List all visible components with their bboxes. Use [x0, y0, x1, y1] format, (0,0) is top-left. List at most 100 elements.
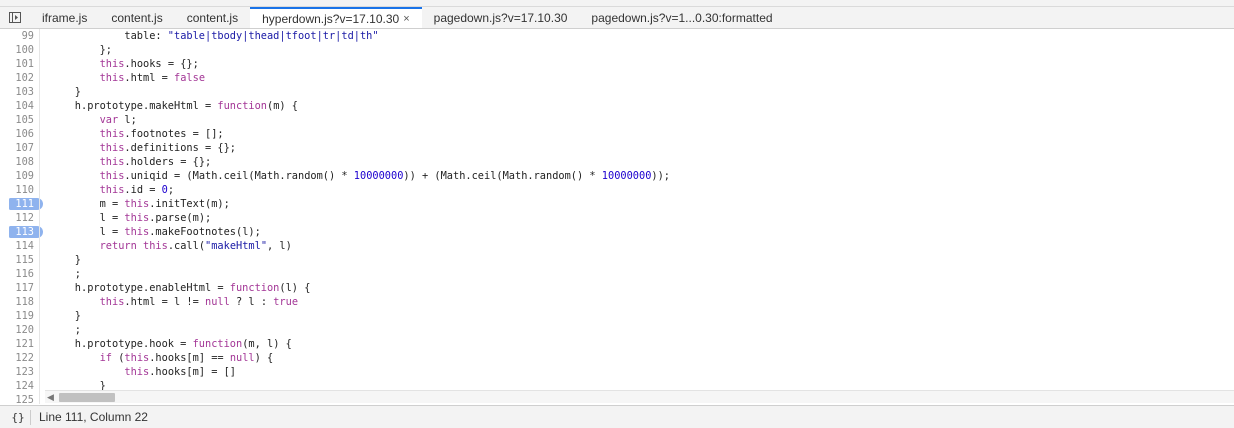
code-line[interactable]: 108 this.holders = {};	[0, 155, 1234, 169]
code-line[interactable]: 106 this.footnotes = [];	[0, 127, 1234, 141]
breakpoint-line-number[interactable]: 111	[0, 197, 43, 211]
code-line[interactable]: 122 if (this.hooks[m] == null) {	[0, 351, 1234, 365]
line-number[interactable]: 103	[0, 85, 40, 99]
code-line[interactable]: 111 m = this.initText(m);	[0, 197, 1234, 211]
code-line[interactable]: 118 this.html = l != null ? l : true	[0, 295, 1234, 309]
tab-label: iframe.js	[42, 10, 88, 25]
line-number[interactable]: 107	[0, 141, 40, 155]
scroll-thumb[interactable]	[59, 393, 115, 402]
code-line[interactable]: 113 l = this.makeFootnotes(l);	[0, 225, 1234, 239]
line-number[interactable]: 112	[0, 211, 40, 225]
line-number[interactable]: 101	[0, 57, 40, 71]
cursor-position: Line 111, Column 22	[39, 410, 148, 424]
code-line[interactable]: 105 var l;	[0, 113, 1234, 127]
code-text: l = this.makeFootnotes(l);	[50, 226, 261, 238]
line-number[interactable]: 99	[0, 29, 40, 43]
line-number[interactable]: 100	[0, 43, 40, 57]
code-line[interactable]: 104 h.prototype.makeHtml = function(m) {	[0, 99, 1234, 113]
line-number[interactable]: 125	[0, 393, 40, 404]
code-text: }	[50, 86, 81, 98]
line-number[interactable]: 102	[0, 71, 40, 85]
code-text: return this.call("makeHtml", l)	[99, 240, 292, 252]
editor-tab-bar: iframe.js content.js content.js hyperdown.j…	[0, 7, 1234, 29]
tab-1[interactable]: content.js	[99, 7, 174, 28]
line-number[interactable]: 122	[0, 351, 40, 365]
code-line[interactable]: 116 ;	[0, 267, 1234, 281]
line-number[interactable]: 114	[0, 239, 40, 253]
tab-2[interactable]: content.js	[175, 7, 250, 28]
tab-3[interactable]: hyperdown.js?v=17.10.30 ×	[250, 7, 422, 28]
status-divider	[30, 409, 31, 425]
code-text: ;	[50, 324, 81, 336]
scroll-left-arrow-icon[interactable]: ◀	[47, 391, 54, 403]
code-text: if (this.hooks[m] == null) {	[99, 352, 274, 364]
code-line[interactable]: 117 h.prototype.enableHtml = function(l)…	[0, 281, 1234, 295]
code-text: h.prototype.enableHtml = function(l) {	[50, 282, 311, 294]
code-line[interactable]: 99 table: "table|tbody|thead|tfoot|tr|td…	[0, 29, 1234, 43]
window-top-strip	[0, 0, 1234, 7]
tab-label: pagedown.js?v=17.10.30	[433, 10, 568, 25]
tab-label: content.js	[186, 10, 239, 25]
code-text: this.html = l != null ? l : true	[99, 296, 299, 308]
line-number[interactable]: 119	[0, 309, 40, 323]
code-line[interactable]: 107 this.definitions = {};	[0, 141, 1234, 155]
line-number[interactable]: 108	[0, 155, 40, 169]
code-text: h.prototype.hook = function(m, l) {	[50, 338, 292, 350]
code-editor[interactable]: 99 table: "table|tbody|thead|tfoot|tr|td…	[0, 29, 1234, 404]
code-text: this.footnotes = [];	[99, 128, 224, 140]
code-line[interactable]: 100 };	[0, 43, 1234, 57]
code-text: }	[50, 254, 81, 266]
line-number[interactable]: 121	[0, 337, 40, 351]
tab-label: hyperdown.js?v=17.10.30	[262, 11, 400, 26]
code-line[interactable]: 119 }	[0, 309, 1234, 323]
code-line[interactable]: 123 this.hooks[m] = []	[0, 365, 1234, 379]
line-number[interactable]: 110	[0, 183, 40, 197]
tab-5[interactable]: pagedown.js?v=1...0.30:formatted	[579, 7, 784, 28]
pretty-print-button[interactable]: {}	[8, 411, 28, 424]
code-line[interactable]: 102 this.html = false	[0, 71, 1234, 85]
line-number[interactable]: 116	[0, 267, 40, 281]
code-line[interactable]: 112 l = this.parse(m);	[0, 211, 1234, 225]
code-text: this.hooks[m] = []	[124, 366, 237, 378]
line-number[interactable]: 115	[0, 253, 40, 267]
line-number[interactable]: 109	[0, 169, 40, 183]
line-number[interactable]: 118	[0, 295, 40, 309]
tab-label: content.js	[111, 10, 163, 25]
line-number[interactable]: 104	[0, 99, 40, 113]
code-text: ;	[50, 268, 81, 280]
code-line[interactable]: 121 h.prototype.hook = function(m, l) {	[0, 337, 1234, 351]
horizontal-scrollbar[interactable]: ◀	[45, 390, 1234, 403]
code-line[interactable]: 115 }	[0, 253, 1234, 267]
code-text: this.definitions = {};	[99, 142, 237, 154]
close-tab-icon[interactable]: ×	[403, 13, 409, 25]
status-bar: {} Line 111, Column 22	[0, 405, 1234, 428]
code-line[interactable]: 114 return this.call("makeHtml", l)	[0, 239, 1234, 253]
navigator-toggle-button[interactable]	[0, 7, 30, 28]
tab-0[interactable]: iframe.js	[30, 7, 99, 28]
code-line[interactable]: 109 this.uniqid = (Math.ceil(Math.random…	[0, 169, 1234, 183]
code-text: this.holders = {};	[99, 156, 212, 168]
code-text: l = this.parse(m);	[50, 212, 212, 224]
line-number[interactable]: 124	[0, 379, 40, 393]
code-line[interactable]: 110 this.id = 0;	[0, 183, 1234, 197]
code-text: this.hooks = {};	[99, 58, 199, 70]
code-line[interactable]: 103 }	[0, 85, 1234, 99]
code-text: h.prototype.makeHtml = function(m) {	[50, 100, 298, 112]
line-number[interactable]: 105	[0, 113, 40, 127]
line-number[interactable]: 117	[0, 281, 40, 295]
code-text: }	[50, 310, 81, 322]
code-text: this.uniqid = (Math.ceil(Math.random() *…	[99, 170, 671, 182]
line-number[interactable]: 106	[0, 127, 40, 141]
tab-4[interactable]: pagedown.js?v=17.10.30	[422, 7, 580, 28]
code-text: var l;	[99, 114, 137, 126]
breakpoint-line-number[interactable]: 113	[0, 225, 43, 239]
code-text: this.id = 0;	[99, 184, 175, 196]
line-number[interactable]: 120	[0, 323, 40, 337]
code-line[interactable]: 120 ;	[0, 323, 1234, 337]
sidebar-toggle-icon	[9, 12, 21, 23]
code-text: };	[50, 44, 112, 56]
code-text: table: "table|tbody|thead|tfoot|tr|td|th…	[50, 30, 379, 42]
code-line[interactable]: 101 this.hooks = {};	[0, 57, 1234, 71]
tab-label: pagedown.js?v=1...0.30:formatted	[591, 10, 773, 25]
line-number[interactable]: 123	[0, 365, 40, 379]
